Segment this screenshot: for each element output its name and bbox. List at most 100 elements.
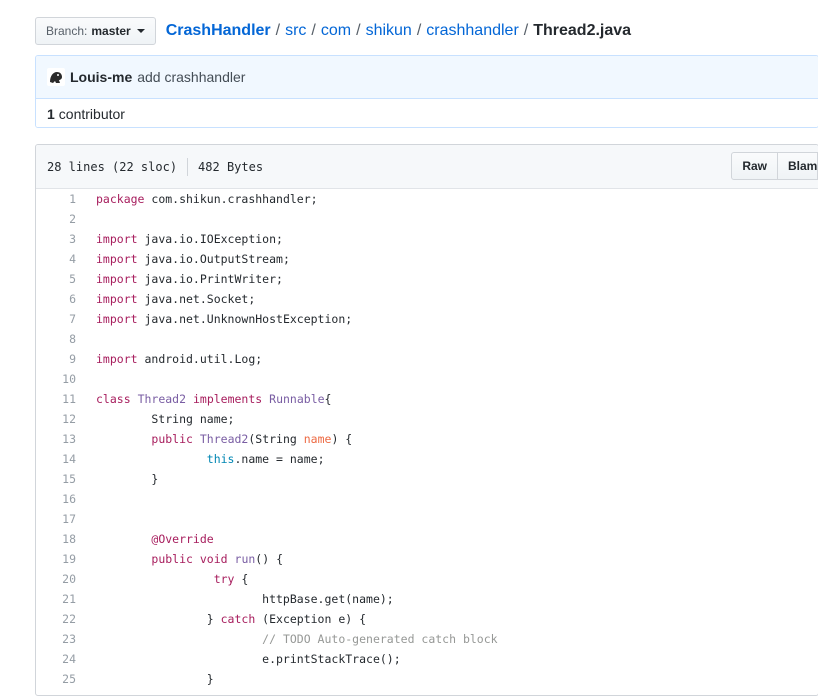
line-number[interactable]: 17 — [36, 509, 86, 529]
code-content: import java.io.IOException; — [86, 229, 283, 249]
code-line: 23 // TODO Auto-generated catch block — [36, 629, 818, 649]
breadcrumb-link-crashhandler[interactable]: crashhandler — [426, 22, 519, 40]
code-line: 12 String name; — [36, 409, 818, 429]
line-number[interactable]: 10 — [36, 369, 86, 389]
blame-button[interactable]: Blame — [778, 152, 818, 180]
code-token: java.net.UnknownHostException; — [137, 312, 353, 326]
code-line: 25 } — [36, 669, 818, 689]
code-line: 13 public Thread2(String name) { — [36, 429, 818, 449]
code-content: httpBase.get(name); — [86, 589, 394, 609]
breadcrumb-link-shikun[interactable]: shikun — [366, 22, 412, 40]
breadcrumb-separator: / — [311, 22, 316, 39]
file-size: 482 Bytes — [198, 159, 264, 174]
breadcrumb-separator: / — [356, 22, 361, 39]
line-number[interactable]: 21 — [36, 589, 86, 609]
line-number[interactable]: 2 — [36, 209, 86, 229]
code-content: @Override — [86, 529, 214, 549]
code-content: } — [86, 469, 158, 489]
code-line: 21 httpBase.get(name); — [36, 589, 818, 609]
code-token: (String — [248, 432, 304, 446]
code-line: 15 } — [36, 469, 818, 489]
code-content: class Thread2 implements Runnable{ — [86, 389, 331, 409]
code-token: import — [96, 312, 138, 326]
code-token: } — [96, 672, 214, 686]
avatar[interactable] — [47, 68, 65, 86]
chevron-down-icon — [136, 29, 145, 33]
contributor-label: contributor — [58, 106, 125, 122]
breadcrumb-repo-link[interactable]: CrashHandler — [166, 22, 271, 40]
code-content: // TODO Auto-generated catch block — [86, 629, 498, 649]
line-number[interactable]: 3 — [36, 229, 86, 249]
code-line: 8 — [36, 329, 818, 349]
code-token: class — [96, 392, 131, 406]
code-token: import — [96, 252, 138, 266]
code-token: String name; — [96, 412, 235, 426]
breadcrumb-separator: / — [416, 22, 422, 39]
line-number[interactable]: 6 — [36, 289, 86, 309]
line-number[interactable]: 18 — [36, 529, 86, 549]
line-number[interactable]: 24 — [36, 649, 86, 669]
line-number[interactable]: 9 — [36, 349, 86, 369]
line-number[interactable]: 7 — [36, 309, 86, 329]
line-number[interactable]: 11 — [36, 389, 86, 409]
commit-tease: Louis-me add crashhandler 1 contributor — [35, 55, 818, 128]
code-token: package — [96, 192, 145, 206]
code-token: httpBase.get(name); — [96, 592, 394, 606]
commit-message-link[interactable]: add crashhandler — [137, 69, 245, 85]
code-token: name — [303, 432, 332, 446]
contributor-count: 1 — [47, 106, 55, 122]
line-number[interactable]: 14 — [36, 449, 86, 469]
code-content: import java.net.UnknownHostException; — [86, 309, 352, 329]
branch-select-button[interactable]: Branch: master — [35, 17, 156, 45]
line-number[interactable]: 25 — [36, 669, 86, 689]
line-number[interactable]: 12 — [36, 409, 86, 429]
code-line: 9 import android.util.Log; — [36, 349, 818, 369]
code-token: { — [234, 572, 249, 586]
code-line: 14 this.name = name; — [36, 449, 818, 469]
code-token: this — [206, 452, 235, 466]
code-line: 18 @Override — [36, 529, 818, 549]
code-token: run — [234, 552, 256, 566]
code-token: implements — [192, 392, 263, 406]
file-header: 28 lines (22 sloc) 482 Bytes Raw Blame — [36, 145, 818, 189]
breadcrumb-link-src[interactable]: src — [285, 22, 306, 40]
line-number[interactable]: 1 — [36, 189, 86, 209]
code-content: try { — [86, 569, 249, 589]
code-token: import — [96, 352, 138, 366]
line-number[interactable]: 22 — [36, 609, 86, 629]
code-line: 20 try { — [36, 569, 818, 589]
code-line: 24 e.printStackTrace(); — [36, 649, 818, 669]
code-token: android.util.Log; — [137, 352, 263, 366]
line-number[interactable]: 19 — [36, 549, 86, 569]
code-token: Thread2 — [199, 432, 249, 446]
code-content: public Thread2(String name) { — [86, 429, 352, 449]
code-token: import — [96, 272, 138, 286]
code-token: } — [96, 612, 221, 626]
code-token: // TODO Auto-generated catch block — [262, 632, 498, 646]
file-navigation: Branch: master CrashHandler / src / com … — [35, 16, 818, 46]
line-number[interactable]: 13 — [36, 429, 86, 449]
code-line: 11 class Thread2 implements Runnable{ — [36, 389, 818, 409]
code-listing: 1 package com.shikun.crashhandler; 2 3 impor… — [36, 189, 818, 689]
code-token: import — [96, 292, 138, 306]
code-token: @Override — [151, 532, 214, 546]
line-number[interactable]: 15 — [36, 469, 86, 489]
code-content: public void run() { — [86, 549, 283, 569]
line-number[interactable]: 23 — [36, 629, 86, 649]
breadcrumb-link-com[interactable]: com — [321, 22, 351, 40]
branch-name: master — [91, 24, 131, 38]
line-number[interactable]: 5 — [36, 269, 86, 289]
code-token: Thread2 — [137, 392, 187, 406]
commit-author-link[interactable]: Louis-me — [70, 69, 132, 85]
line-number[interactable]: 16 — [36, 489, 86, 509]
code-token: ) { — [331, 432, 353, 446]
raw-button[interactable]: Raw — [731, 152, 778, 180]
code-token: () { — [255, 552, 283, 566]
line-number[interactable]: 4 — [36, 249, 86, 269]
line-number[interactable]: 8 — [36, 329, 86, 349]
contributors-summary[interactable]: 1 contributor — [36, 99, 818, 127]
code-token: com.shikun.crashhandler; — [144, 192, 318, 206]
line-number[interactable]: 20 — [36, 569, 86, 589]
